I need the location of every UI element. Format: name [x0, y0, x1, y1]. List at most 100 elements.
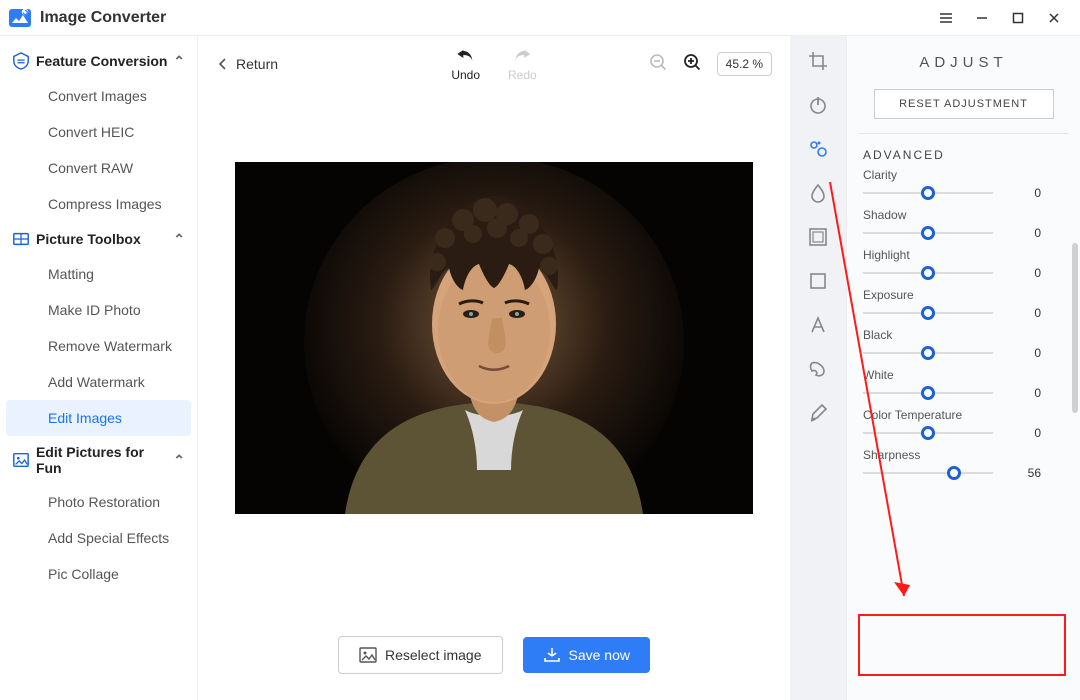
slider-thumb[interactable]: [921, 226, 935, 240]
maximize-button[interactable]: [1000, 3, 1036, 33]
undo-label: Undo: [451, 68, 480, 82]
slider-value: 0: [1005, 266, 1041, 280]
slider-label: Clarity: [863, 168, 1068, 182]
close-button[interactable]: [1036, 3, 1072, 33]
power-icon[interactable]: [807, 94, 829, 116]
slider-value: 0: [1005, 346, 1041, 360]
download-icon: [543, 647, 561, 663]
slider-row-exposure: Exposure 0: [859, 288, 1068, 320]
menu-icon[interactable]: [928, 3, 964, 33]
sidebar-item[interactable]: Convert RAW: [0, 150, 197, 186]
return-button[interactable]: Return: [216, 56, 278, 72]
drop-icon[interactable]: [807, 182, 829, 204]
crop-icon[interactable]: [807, 50, 829, 72]
chevron-up-icon: ⌃: [173, 452, 185, 469]
chevron-up-icon: ⌃: [173, 231, 185, 248]
reselect-label: Reselect image: [385, 647, 482, 663]
reset-adjustment-button[interactable]: RESET ADJUSTMENT: [874, 89, 1054, 119]
canvas-stage: [198, 92, 790, 610]
sidebar-section[interactable]: Edit Pictures for Fun⌃: [0, 436, 197, 484]
advanced-section-label: ADVANCED: [863, 148, 1068, 162]
chevron-up-icon: ⌃: [173, 53, 185, 70]
slider-thumb[interactable]: [921, 266, 935, 280]
redo-button: Redo: [508, 47, 537, 82]
undo-button[interactable]: Undo: [451, 47, 480, 82]
slider-value: 0: [1005, 226, 1041, 240]
zoom-out-button[interactable]: [649, 53, 669, 76]
redo-icon: [511, 47, 533, 65]
slider-label: Black: [863, 328, 1068, 342]
slider-label: Highlight: [863, 248, 1068, 262]
undo-icon: [455, 47, 477, 65]
canvas-toolbar: Return Undo Redo 45.2 %: [198, 36, 790, 92]
slider-track[interactable]: [863, 272, 993, 274]
slider-track[interactable]: [863, 472, 993, 474]
return-label: Return: [236, 56, 278, 72]
slider-value: 0: [1005, 386, 1041, 400]
canvas-area: Return Undo Redo 45.2 %: [198, 36, 790, 700]
panel-divider: [859, 133, 1068, 134]
tool-strip: [790, 36, 846, 700]
slider-track[interactable]: [863, 192, 993, 194]
sidebar: Feature Conversion⌃Convert ImagesConvert…: [0, 36, 198, 700]
sticker-icon[interactable]: [807, 358, 829, 380]
zoom-percentage[interactable]: 45.2 %: [717, 52, 772, 76]
app-title: Image Converter: [40, 9, 166, 27]
slider-label: Exposure: [863, 288, 1068, 302]
slider-value: 0: [1005, 186, 1041, 200]
slider-track[interactable]: [863, 392, 993, 394]
sidebar-item[interactable]: Pic Collage: [0, 556, 197, 592]
slider-track[interactable]: [863, 312, 993, 314]
canvas-actions: Reselect image Save now: [198, 610, 790, 700]
slider-row-color-temperature: Color Temperature 0: [859, 408, 1068, 440]
square-icon[interactable]: [807, 270, 829, 292]
zoom-in-button[interactable]: [683, 53, 703, 76]
save-now-button[interactable]: Save now: [523, 637, 650, 673]
slider-label: White: [863, 368, 1068, 382]
slider-thumb[interactable]: [921, 186, 935, 200]
sidebar-section[interactable]: Picture Toolbox⌃: [0, 222, 197, 256]
sidebar-item[interactable]: Edit Images: [6, 400, 191, 436]
slider-row-shadow: Shadow0: [859, 208, 1068, 240]
sidebar-item[interactable]: Matting: [0, 256, 197, 292]
brush-icon[interactable]: [807, 402, 829, 424]
slider-row-clarity: Clarity 0: [859, 168, 1068, 200]
slider-thumb[interactable]: [947, 466, 961, 480]
sidebar-item[interactable]: Remove Watermark: [0, 328, 197, 364]
slider-value: 56: [1005, 466, 1041, 480]
slider-label: Sharpness: [863, 448, 1068, 462]
adjust-icon[interactable]: [807, 138, 829, 160]
slider-track[interactable]: [863, 432, 993, 434]
text-icon[interactable]: [807, 314, 829, 336]
minimize-button[interactable]: [964, 3, 1000, 33]
image-icon: [359, 647, 377, 663]
sidebar-item[interactable]: Compress Images: [0, 186, 197, 222]
chevron-left-icon: [216, 57, 230, 71]
slider-thumb[interactable]: [921, 346, 935, 360]
slider-thumb[interactable]: [921, 386, 935, 400]
slider-track[interactable]: [863, 232, 993, 234]
slider-value: 0: [1005, 426, 1041, 440]
border-icon[interactable]: [807, 226, 829, 248]
sidebar-item[interactable]: Convert Images: [0, 78, 197, 114]
adjust-title: ADJUST: [847, 36, 1080, 83]
scrollbar[interactable]: [1072, 243, 1078, 413]
image-preview[interactable]: [235, 162, 753, 514]
app-logo-icon: [8, 6, 32, 30]
slider-thumb[interactable]: [921, 306, 935, 320]
redo-label: Redo: [508, 68, 537, 82]
sidebar-section[interactable]: Feature Conversion⌃: [0, 44, 197, 78]
reselect-image-button[interactable]: Reselect image: [338, 636, 503, 674]
slider-row-white: White 0: [859, 368, 1068, 400]
sidebar-item[interactable]: Convert HEIC: [0, 114, 197, 150]
sidebar-item[interactable]: Add Special Effects: [0, 520, 197, 556]
slider-thumb[interactable]: [921, 426, 935, 440]
sidebar-item[interactable]: Add Watermark: [0, 364, 197, 400]
slider-track[interactable]: [863, 352, 993, 354]
title-bar: Image Converter: [0, 0, 1080, 36]
sidebar-item[interactable]: Make ID Photo: [0, 292, 197, 328]
slider-row-highlight: Highlight 0: [859, 248, 1068, 280]
slider-label: Color Temperature: [863, 408, 1068, 422]
sidebar-item[interactable]: Photo Restoration: [0, 484, 197, 520]
slider-value: 0: [1005, 306, 1041, 320]
